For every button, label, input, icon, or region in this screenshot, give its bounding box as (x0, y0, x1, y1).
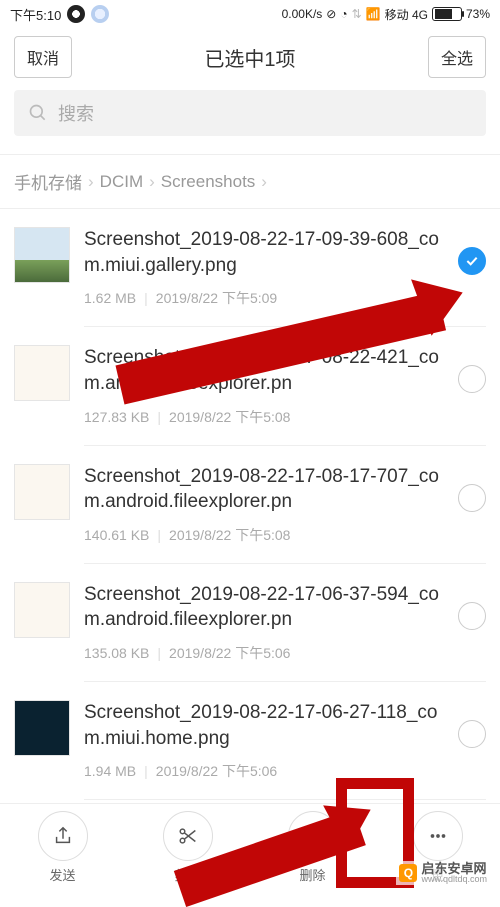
net-speed: 0.00K/s (282, 7, 323, 21)
file-name: Screenshot_2019-08-22-17-09-39-608_com.m… (84, 227, 444, 278)
list-item[interactable]: Screenshot_2019-08-22-17-09-39-608_com.m… (0, 209, 500, 327)
share-icon (52, 825, 74, 847)
breadcrumb-item[interactable]: 手机存储 (14, 169, 82, 194)
file-name: Screenshot_2019-08-22-17-06-37-594_com.a… (84, 582, 444, 633)
sync-icon: ⇅ (352, 7, 362, 21)
search-icon (28, 103, 48, 123)
cancel-button[interactable]: 取消 (14, 36, 72, 78)
checkbox[interactable] (458, 720, 486, 748)
header-title: 已选中1项 (204, 43, 295, 72)
signal-icon: 📶 (366, 7, 381, 21)
file-list: Screenshot_2019-08-22-17-09-39-608_com.m… (0, 209, 500, 800)
trash-icon (302, 825, 324, 847)
search-input[interactable]: 搜索 (14, 90, 486, 136)
thumbnail (14, 345, 70, 401)
send-button[interactable]: 发送 (38, 811, 88, 884)
chevron-right-icon: › (149, 172, 155, 192)
battery-icon (432, 7, 462, 21)
file-meta: 1.62 MB|2019/8/22 下午5:09 (84, 288, 444, 308)
file-name: Screenshot_2019-08-22-17-08-17-707_com.a… (84, 464, 444, 515)
breadcrumb-item[interactable]: Screenshots (161, 172, 256, 192)
thumbnail (14, 582, 70, 638)
list-item[interactable]: Screenshot_2019-08-22-17-08-17-707_com.a… (0, 446, 500, 564)
file-name: Screenshot_2019-08-22-17-06-27-118_com.m… (84, 700, 444, 751)
watermark-logo: Q (399, 864, 417, 882)
file-meta: 127.83 KB|2019/8/22 下午5:08 (84, 407, 444, 427)
list-item[interactable]: Screenshot_2019-08-22-17-08-22-421_com.a… (0, 327, 500, 445)
thumbnail (14, 700, 70, 756)
cut-button[interactable]: 剪切 (163, 811, 213, 884)
checkbox[interactable] (458, 365, 486, 393)
file-meta: 140.61 KB|2019/8/22 下午5:08 (84, 525, 444, 545)
header: 取消 已选中1项 全选 (0, 28, 500, 90)
chevron-right-icon: › (261, 172, 267, 192)
watermark: Q 启东安卓网 www.qdltdq.com (396, 861, 490, 885)
app-icon (91, 5, 109, 23)
thumbnail (14, 227, 70, 283)
alarm-icon: ⊘ (326, 7, 336, 21)
file-meta: 135.08 KB|2019/8/22 下午5:06 (84, 643, 444, 663)
delete-button[interactable]: 删除 (288, 811, 338, 884)
status-bar: 下午5:10 0.00K/s ⊘ ◔ ⇅ 📶 移动 4G 73% (0, 0, 500, 28)
file-name: Screenshot_2019-08-22-17-08-22-421_com.a… (84, 345, 444, 396)
thumbnail (14, 464, 70, 520)
qq-icon (67, 5, 85, 23)
battery-percent: 73% (466, 7, 490, 21)
select-all-button[interactable]: 全选 (428, 36, 486, 78)
list-item[interactable]: Screenshot_2019-08-22-17-06-27-118_com.m… (0, 682, 500, 800)
checkbox[interactable] (458, 247, 486, 275)
list-item[interactable]: Screenshot_2019-08-22-17-06-37-594_com.a… (0, 564, 500, 682)
checkbox[interactable] (458, 602, 486, 630)
breadcrumb-item[interactable]: DCIM (100, 172, 143, 192)
breadcrumb[interactable]: 手机存储 › DCIM › Screenshots › (0, 154, 500, 209)
check-icon (464, 253, 480, 269)
status-time: 下午5:10 (10, 5, 61, 24)
carrier: 移动 4G (385, 6, 428, 23)
more-icon (427, 825, 449, 847)
chevron-right-icon: › (88, 172, 94, 192)
file-meta: 1.94 MB|2019/8/22 下午5:06 (84, 761, 444, 781)
checkbox[interactable] (458, 484, 486, 512)
clock-icon: ◔ (340, 7, 347, 21)
scissors-icon (177, 825, 199, 847)
search-placeholder: 搜索 (58, 100, 94, 126)
